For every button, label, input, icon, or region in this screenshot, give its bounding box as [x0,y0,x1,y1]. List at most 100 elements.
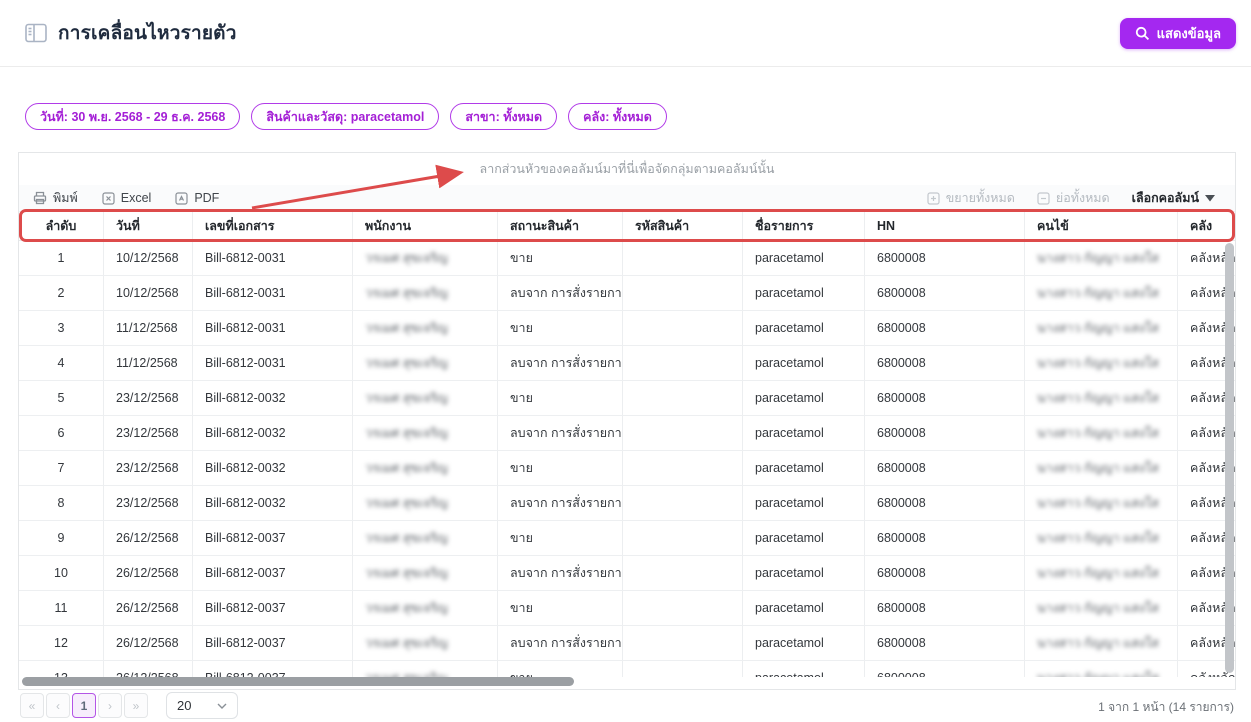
table-row[interactable]: 411/12/2568Bill-6812-0031วรเมศ สุขเจริญล… [19,346,1235,381]
export-excel-button[interactable]: Excel [102,191,152,205]
cell-employee: วรเมศ สุขเจริญ [353,381,498,415]
table-header-clip: ลำดับ วันที่ เลขที่เอกสาร พนักงาน สถานะส… [19,212,1235,241]
previous-page-button[interactable]: ‹ [46,693,70,718]
cell-status-text: ขาย [510,248,533,268]
page-size-select[interactable]: 20 [166,692,238,719]
cell-item-name-text: paracetamol [755,601,824,615]
column-header-item-name[interactable]: ชื่อรายการ [743,212,865,240]
cell-date-text: 23/12/2568 [116,496,179,510]
cell-status: ลบจาก การสั่งรายการ [498,416,623,450]
column-header-hn[interactable]: HN [865,212,1025,240]
cell-index: 7 [19,451,104,485]
table-row[interactable]: 1326/12/2568Bill-6812-0037วรเมศ สุขเจริญ… [19,661,1235,677]
table-row[interactable]: 1126/12/2568Bill-6812-0037วรเมศ สุขเจริญ… [19,591,1235,626]
cell-index: 5 [19,381,104,415]
cell-document: Bill-6812-0031 [193,346,353,380]
cell-index-text: 7 [58,461,65,475]
collapse-all-icon [1037,192,1050,205]
table-row[interactable]: 110/12/2568Bill-6812-0031วรเมศ สุขเจริญข… [19,241,1235,276]
cell-hn: 6800008 [865,626,1025,660]
column-header-document[interactable]: เลขที่เอกสาร [193,212,353,240]
cell-date: 23/12/2568 [104,486,193,520]
filter-chip-date[interactable]: วันที่: 30 พ.ย. 2568 - 29 ธ.ค. 2568 [25,103,240,130]
cell-employee-text: วรเมศ สุขเจริญ [365,458,448,478]
cell-hn-text: 6800008 [877,426,926,440]
table-row[interactable]: 523/12/2568Bill-6812-0032วรเมศ สุขเจริญข… [19,381,1235,416]
cell-status-text: ขาย [510,528,533,548]
filter-chip-product[interactable]: สินค้าและวัสดุ: paracetamol [251,103,439,130]
filter-chip-branch[interactable]: สาขา: ทั้งหมด [450,103,557,130]
cell-status: ลบจาก การสั่งรายการ [498,346,623,380]
next-page-button[interactable]: › [98,693,122,718]
cell-employee-text: วรเมศ สุขเจริญ [365,423,448,443]
table-row[interactable]: 210/12/2568Bill-6812-0031วรเมศ สุขเจริญล… [19,276,1235,311]
cell-status: ขาย [498,591,623,625]
cell-date: 26/12/2568 [104,521,193,555]
cell-employee: วรเมศ สุขเจริญ [353,486,498,520]
export-pdf-button[interactable]: PDF [175,191,219,205]
cell-index: 12 [19,626,104,660]
first-page-button[interactable]: « [20,693,44,718]
cell-item-name: paracetamol [743,556,865,590]
cell-status: ขาย [498,521,623,555]
table-row[interactable]: 926/12/2568Bill-6812-0037วรเมศ สุขเจริญข… [19,521,1235,556]
cell-date-text: 26/12/2568 [116,601,179,615]
pagination: « ‹ 1 › » 20 [20,692,238,719]
cell-date-text: 23/12/2568 [116,426,179,440]
show-data-button[interactable]: แสดงข้อมูล [1120,18,1236,49]
cell-product-code [623,311,743,345]
cell-document: Bill-6812-0037 [193,661,353,677]
cell-hn-text: 6800008 [877,636,926,650]
cell-employee-text: วรเมศ สุขเจริญ [365,248,448,268]
column-header-product-code[interactable]: รหัสสินค้า [623,212,743,240]
table-row[interactable]: 723/12/2568Bill-6812-0032วรเมศ สุขเจริญข… [19,451,1235,486]
horizontal-scrollbar-thumb[interactable] [22,677,574,686]
cell-date: 23/12/2568 [104,416,193,450]
expand-all-label: ขยายทั้งหมด [946,188,1015,208]
cell-status: ขาย [498,381,623,415]
table-row[interactable]: 1026/12/2568Bill-6812-0037วรเมศ สุขเจริญ… [19,556,1235,591]
cell-item-name: paracetamol [743,241,865,275]
cell-date: 23/12/2568 [104,381,193,415]
column-header-employee[interactable]: พนักงาน [353,212,498,240]
page-1-button[interactable]: 1 [72,693,96,718]
cell-status-text: ขาย [510,318,533,338]
print-button[interactable]: พิมพ์ [33,188,78,208]
column-header-status[interactable]: สถานะสินค้า [498,212,623,240]
column-header-index[interactable]: ลำดับ [19,212,104,240]
cell-product-code [623,276,743,310]
filter-chip-warehouse[interactable]: คลัง: ทั้งหมด [568,103,667,130]
column-header-date[interactable]: วันที่ [104,212,193,240]
cell-date-text: 10/12/2568 [116,286,179,300]
column-chooser-button[interactable]: เลือกคอลัมน์ [1132,188,1215,208]
cell-date: 10/12/2568 [104,276,193,310]
cell-product-code [623,241,743,275]
cell-index-text: 4 [58,356,65,370]
table-row[interactable]: 311/12/2568Bill-6812-0031วรเมศ สุขเจริญข… [19,311,1235,346]
cell-hn-text: 6800008 [877,496,926,510]
search-icon [1135,26,1150,41]
cell-patient-text: นางสาว กัญญา แสงใส [1037,493,1159,513]
report-panel-icon [24,22,48,44]
cell-patient-text: นางสาว กัญญา แสงใส [1037,563,1159,583]
grid-toolbar-right: ขยายทั้งหมด ย่อทั้งหมด เลือกคอลัมน์ [927,188,1221,208]
cell-index-text: 10 [54,566,68,580]
cell-patient: นางสาว กัญญา แสงใส [1025,591,1178,625]
export-pdf-label: PDF [194,191,219,205]
cell-hn: 6800008 [865,416,1025,450]
cell-index: 4 [19,346,104,380]
table-row[interactable]: 623/12/2568Bill-6812-0032วรเมศ สุขเจริญล… [19,416,1235,451]
table-row[interactable]: 823/12/2568Bill-6812-0032วรเมศ สุขเจริญล… [19,486,1235,521]
cell-date: 23/12/2568 [104,451,193,485]
cell-employee-text: วรเมศ สุขเจริญ [365,668,448,677]
column-header-warehouse[interactable]: คลัง [1178,212,1235,240]
vertical-scrollbar-thumb[interactable] [1225,243,1234,673]
cell-item-name-text: paracetamol [755,391,824,405]
cell-index: 6 [19,416,104,450]
group-by-drop-zone[interactable]: ลากส่วนหัวของคอลัมน์มาที่นี่เพื่อจัดกลุ่… [19,153,1235,185]
cell-document: Bill-6812-0032 [193,486,353,520]
table-row[interactable]: 1226/12/2568Bill-6812-0037วรเมศ สุขเจริญ… [19,626,1235,661]
cell-date-text: 26/12/2568 [116,636,179,650]
last-page-button[interactable]: » [124,693,148,718]
column-header-patient[interactable]: คนไข้ [1025,212,1178,240]
